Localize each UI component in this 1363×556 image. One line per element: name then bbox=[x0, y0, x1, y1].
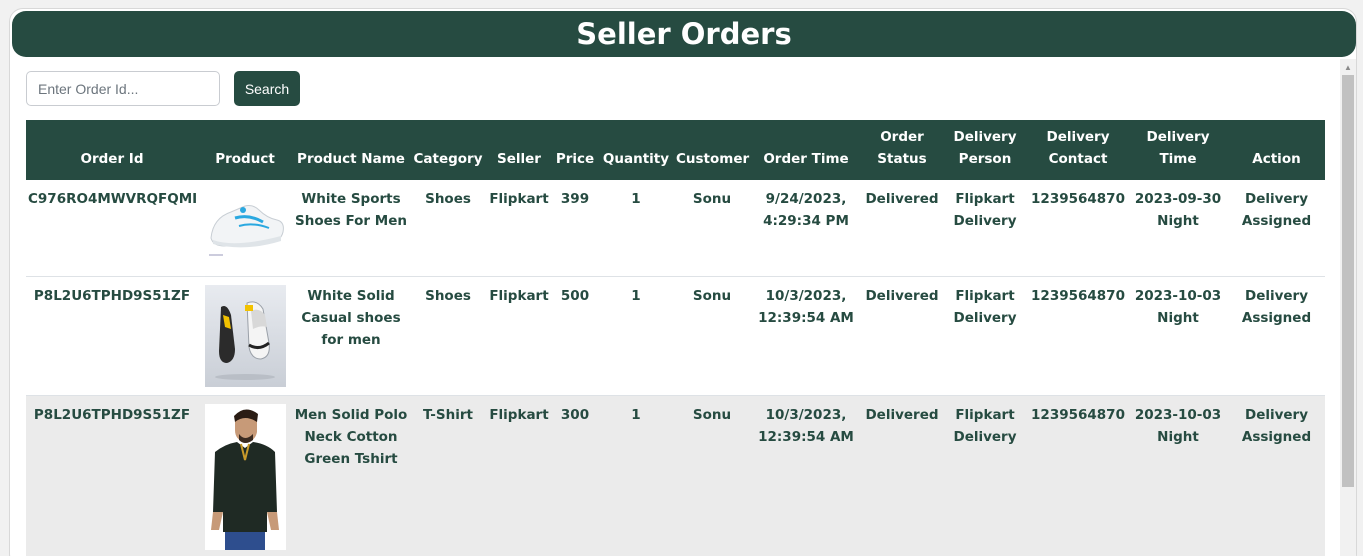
cell-quantity: 1 bbox=[598, 180, 674, 277]
cell-category: Shoes bbox=[410, 276, 486, 396]
cell-delivery-time: 2023-10-03 Night bbox=[1128, 395, 1228, 556]
column-header-order-time: Order Time bbox=[750, 120, 862, 180]
table-header-row: Order Id Product Product Name Category S… bbox=[26, 120, 1325, 180]
cell-product-name: White Sports Shoes For Men bbox=[292, 180, 410, 277]
order-id-search-input[interactable] bbox=[26, 71, 220, 106]
column-header-action: Action bbox=[1228, 120, 1325, 180]
white-casual-shoe-image bbox=[204, 284, 286, 387]
scroll-up-arrow-icon[interactable]: ▲ bbox=[1340, 61, 1356, 73]
cell-price: 300 bbox=[552, 395, 598, 556]
cell-quantity: 1 bbox=[598, 276, 674, 396]
cell-product bbox=[198, 395, 292, 556]
cell-seller: Flipkart bbox=[486, 276, 552, 396]
cell-price: 500 bbox=[552, 276, 598, 396]
cell-order-status: Delivered bbox=[862, 395, 942, 556]
cell-action: Delivery Assigned bbox=[1228, 276, 1325, 396]
search-button[interactable]: Search bbox=[234, 71, 300, 106]
cell-action: Delivery Assigned bbox=[1228, 395, 1325, 556]
column-header-order-status: Order Status bbox=[862, 120, 942, 180]
column-header-category: Category bbox=[410, 120, 486, 180]
cell-product bbox=[198, 276, 292, 396]
column-header-delivery-person-label: Delivery Person bbox=[953, 129, 1017, 167]
cell-order-id: C976RO4MWVRQFQMI bbox=[26, 180, 198, 277]
cell-customer: Sonu bbox=[674, 395, 750, 556]
cell-delivery-contact: 1239564870 bbox=[1028, 395, 1128, 556]
cell-action: Delivery Assigned bbox=[1228, 180, 1325, 277]
cell-category: T-Shirt bbox=[410, 395, 486, 556]
cell-seller: Flipkart bbox=[486, 395, 552, 556]
cell-delivery-time: 2023-09-30 Night bbox=[1128, 180, 1228, 277]
cell-seller: Flipkart bbox=[486, 180, 552, 277]
cell-delivery-time: 2023-10-03 Night bbox=[1128, 276, 1228, 396]
cell-delivery-person: Flipkart Delivery bbox=[942, 276, 1028, 396]
cell-delivery-person: Flipkart Delivery bbox=[942, 395, 1028, 556]
green-polo-tshirt-image bbox=[204, 403, 286, 550]
title-bar: Seller Orders bbox=[12, 11, 1356, 57]
cell-delivery-contact: 1239564870 bbox=[1028, 276, 1128, 396]
table-row: C976RO4MWVRQFQMI White Sports Shoes For … bbox=[26, 180, 1325, 277]
column-header-order-id: Order Id bbox=[26, 120, 198, 180]
orders-table: Order Id Product Product Name Category S… bbox=[26, 120, 1325, 556]
cell-customer: Sonu bbox=[674, 180, 750, 277]
cell-order-time: 10/3/2023, 12:39:54 AM bbox=[750, 395, 862, 556]
cell-order-time: 9/24/2023, 4:29:34 PM bbox=[750, 180, 862, 277]
column-header-price: Price bbox=[552, 120, 598, 180]
column-header-delivery-time: Delivery Time bbox=[1128, 120, 1228, 180]
column-header-delivery-contact: Delivery Contact bbox=[1028, 120, 1128, 180]
column-header-quantity: Quantity bbox=[598, 120, 674, 180]
cell-category: Shoes bbox=[410, 180, 486, 277]
column-header-delivery-person: Delivery Person bbox=[942, 120, 1028, 180]
cell-order-time: 10/3/2023, 12:39:54 AM bbox=[750, 276, 862, 396]
column-header-order-status-label: Order Status bbox=[877, 129, 927, 167]
cell-order-id: P8L2U6TPHD9S51ZF bbox=[26, 276, 198, 396]
cell-delivery-person: Flipkart Delivery bbox=[942, 180, 1028, 277]
cell-price: 399 bbox=[552, 180, 598, 277]
column-header-seller: Seller bbox=[486, 120, 552, 180]
cell-order-status: Delivered bbox=[862, 276, 942, 396]
cell-product bbox=[198, 180, 292, 277]
column-header-delivery-contact-label: Delivery Contact bbox=[1046, 129, 1110, 167]
cell-product-name: White Solid Casual shoes for men bbox=[292, 276, 410, 396]
orders-table-container: Order Id Product Product Name Category S… bbox=[26, 120, 1325, 556]
cell-order-status: Delivered bbox=[862, 180, 942, 277]
cell-order-id: P8L2U6TPHD9S51ZF bbox=[26, 395, 198, 556]
column-header-delivery-time-label: Delivery Time bbox=[1146, 129, 1210, 167]
column-header-product: Product bbox=[198, 120, 292, 180]
column-header-product-name: Product Name bbox=[292, 120, 410, 180]
scrollbar-thumb[interactable] bbox=[1342, 75, 1354, 487]
cell-delivery-contact: 1239564870 bbox=[1028, 180, 1128, 277]
page-title: Seller Orders bbox=[576, 17, 792, 51]
cell-customer: Sonu bbox=[674, 276, 750, 396]
seller-orders-card: Seller Orders Search Order Id Product Pr… bbox=[9, 8, 1357, 556]
table-row: P8L2U6TPHD9S51ZF bbox=[26, 276, 1325, 396]
vertical-scrollbar[interactable]: ▲ bbox=[1340, 59, 1356, 556]
cell-quantity: 1 bbox=[598, 395, 674, 556]
column-header-customer: Customer bbox=[674, 120, 750, 180]
white-sports-shoe-image bbox=[204, 188, 286, 260]
table-row: P8L2U6TPHD9S51ZF bbox=[26, 395, 1325, 556]
cell-product-name: Men Solid Polo Neck Cotton Green Tshirt bbox=[292, 395, 410, 556]
